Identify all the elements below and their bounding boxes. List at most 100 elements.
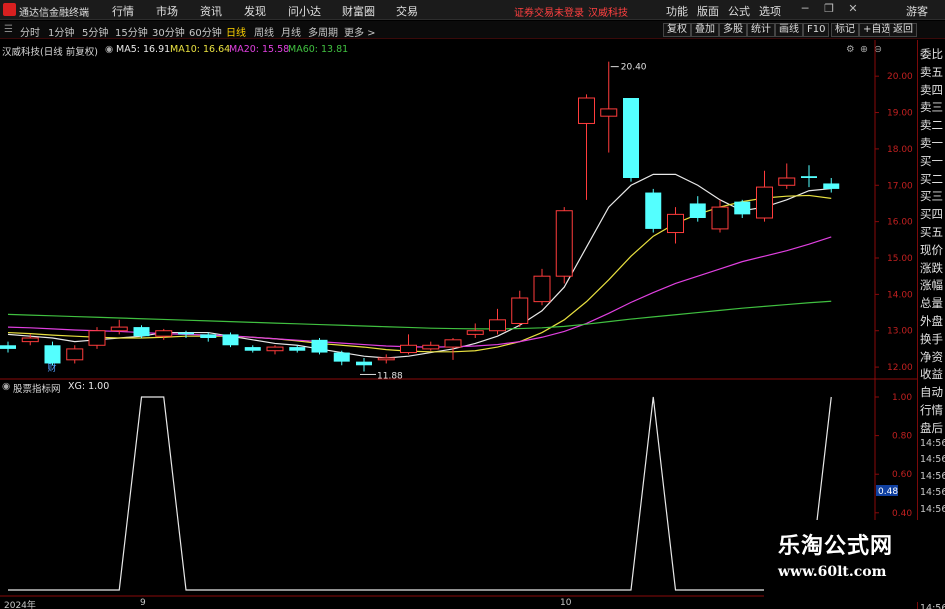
side-panel-label: 委比 [920, 47, 943, 61]
side-panel-label[interactable]: 盘后 [920, 420, 943, 436]
login-notice[interactable]: 证券交易未登录 [514, 4, 584, 19]
user-guest[interactable]: 游客 [906, 3, 928, 19]
candle-body [711, 206, 729, 230]
side-panel-label[interactable]: 行情 [920, 402, 943, 418]
indicator-title: 股票指标网 [13, 384, 61, 395]
chart-minus-icon[interactable]: ⊖ [874, 44, 882, 55]
app-logo-icon [3, 3, 16, 16]
minimize-icon[interactable]: ─ [798, 2, 812, 16]
period-toolbar: ☰ 分时 1分钟 5分钟 15分钟 30分钟 60分钟 日线 周线 月线 多周期… [0, 21, 945, 39]
y-tick-label: 16.00 [887, 218, 913, 228]
btn-adjust[interactable]: 复权 [663, 23, 691, 37]
side-panel-label: 14:56 [920, 470, 945, 482]
ma20-legend: MA20: 15.58 [229, 44, 290, 55]
side-panel-label: 买五 [920, 225, 943, 239]
btn-mark[interactable]: 标记 [831, 23, 859, 37]
low-price-label: 11.88 [377, 371, 403, 381]
menu-market[interactable]: 市场 [156, 3, 178, 19]
menu-news[interactable]: 资讯 [200, 3, 222, 19]
xg-indicator-line [8, 396, 832, 591]
candle-body [555, 210, 573, 277]
menu-discover[interactable]: 发现 [244, 3, 266, 19]
side-panel-label[interactable]: 自动 [920, 384, 943, 400]
btn-statistics[interactable]: 统计 [747, 23, 775, 37]
chart-title: 汉威科技(日线 前复权) [2, 47, 98, 58]
y-tick-label: 15.00 [887, 254, 913, 264]
candle-body [244, 347, 261, 351]
menu-wealth[interactable]: 财富圈 [342, 3, 375, 19]
menu-market-quote[interactable]: 行情 [112, 3, 134, 19]
close-icon[interactable]: ✕ [846, 2, 860, 16]
menu-trade[interactable]: 交易 [396, 3, 418, 19]
ma10-legend: MA10: 16.64 [170, 44, 231, 55]
side-panel-label: 收益 [920, 367, 943, 382]
menu-formula[interactable]: 公式 [728, 3, 750, 19]
period-multi[interactable]: 多周期 [308, 24, 338, 39]
period-60min[interactable]: 60分钟 [189, 24, 222, 39]
period-more[interactable]: 更多 > [344, 24, 376, 39]
toolbar-menu-icon[interactable]: ☰ [4, 24, 13, 35]
candle-body [734, 201, 751, 215]
cursor-value-box [876, 485, 898, 496]
period-30min[interactable]: 30分钟 [152, 24, 185, 39]
side-panel-label: 14:56 [920, 487, 945, 499]
y-tick-label: 14.00 [887, 290, 913, 300]
period-weekly[interactable]: 周线 [254, 24, 274, 39]
menu-ask[interactable]: 问小达 [288, 3, 321, 19]
side-panel-label: 14:56 [920, 454, 945, 466]
indicator-settings-icon[interactable]: ◉ [2, 381, 10, 392]
chart-settings-icon[interactable]: ⚙ [846, 44, 855, 55]
financial-event-marker: 财 [48, 362, 57, 374]
candle-body [689, 203, 706, 218]
x-label-sep: 9 [140, 598, 146, 608]
side-panel-label: 涨跌 [920, 260, 943, 275]
btn-draw[interactable]: 画线 [775, 23, 803, 37]
restore-icon[interactable]: ❐ [822, 2, 836, 16]
chart-canvas[interactable]: 20.00 19.00 18.00 17.00 16.00 15.00 14.00 13.00… [0, 0, 917, 609]
period-5min[interactable]: 5分钟 [82, 24, 108, 39]
chart-zoom-icon[interactable]: ⊕ [860, 44, 868, 55]
menu-options[interactable]: 选项 [759, 3, 781, 19]
side-panel-label: 买二 [920, 171, 943, 186]
candle-body [578, 97, 595, 124]
ma-line-ma20 [7, 236, 832, 348]
candle-body [110, 326, 128, 332]
indicator-value: XG: 1.00 [68, 381, 110, 392]
candle-body [511, 297, 529, 324]
btn-back[interactable]: 返回 [889, 23, 917, 37]
candle-body [600, 108, 618, 117]
btn-multi-stock[interactable]: 多股 [719, 23, 747, 37]
period-1min[interactable]: 1分钟 [48, 24, 74, 39]
candle-body [311, 339, 328, 353]
period-monthly[interactable]: 月线 [281, 24, 301, 39]
side-panel-label: 买四 [920, 207, 943, 222]
candle-body [0, 345, 16, 349]
candle-body [66, 348, 84, 361]
side-panel-label: 卖一 [920, 136, 943, 150]
candle-body [400, 344, 417, 354]
y-tick-label: 18.00 [887, 145, 913, 155]
x-label-2024: 2024年 [4, 601, 36, 609]
menu-layout[interactable]: 版面 [697, 3, 719, 19]
btn-overlay[interactable]: 叠加 [691, 23, 719, 37]
side-panel-label: 净资 [920, 349, 943, 364]
period-daily[interactable]: 日线 [226, 24, 246, 39]
menu-function[interactable]: 功能 [666, 3, 688, 19]
xg-tick-label: 1.00 [892, 393, 912, 403]
btn-f10[interactable]: F10 [803, 23, 830, 37]
side-panel-label: 14:56 [920, 503, 945, 515]
period-intraday[interactable]: 分时 [20, 24, 40, 39]
side-panel-label: 14:56 [920, 437, 945, 449]
side-panel-label: 换手 [920, 331, 943, 346]
period-15min[interactable]: 15分钟 [115, 24, 148, 39]
side-panel-label: 涨幅 [920, 278, 943, 293]
y-tick-label: 20.00 [887, 72, 913, 82]
candle-body [88, 330, 106, 346]
app-title: 通达信金融终端 [19, 8, 89, 19]
current-stock-name: 汉威科技 [588, 8, 628, 19]
candle-body [133, 327, 150, 337]
ma-settings-icon[interactable]: ◉ [105, 44, 113, 55]
side-panel-label: 买一 [920, 153, 943, 168]
candle-body [21, 337, 39, 343]
candle-body [756, 186, 773, 219]
